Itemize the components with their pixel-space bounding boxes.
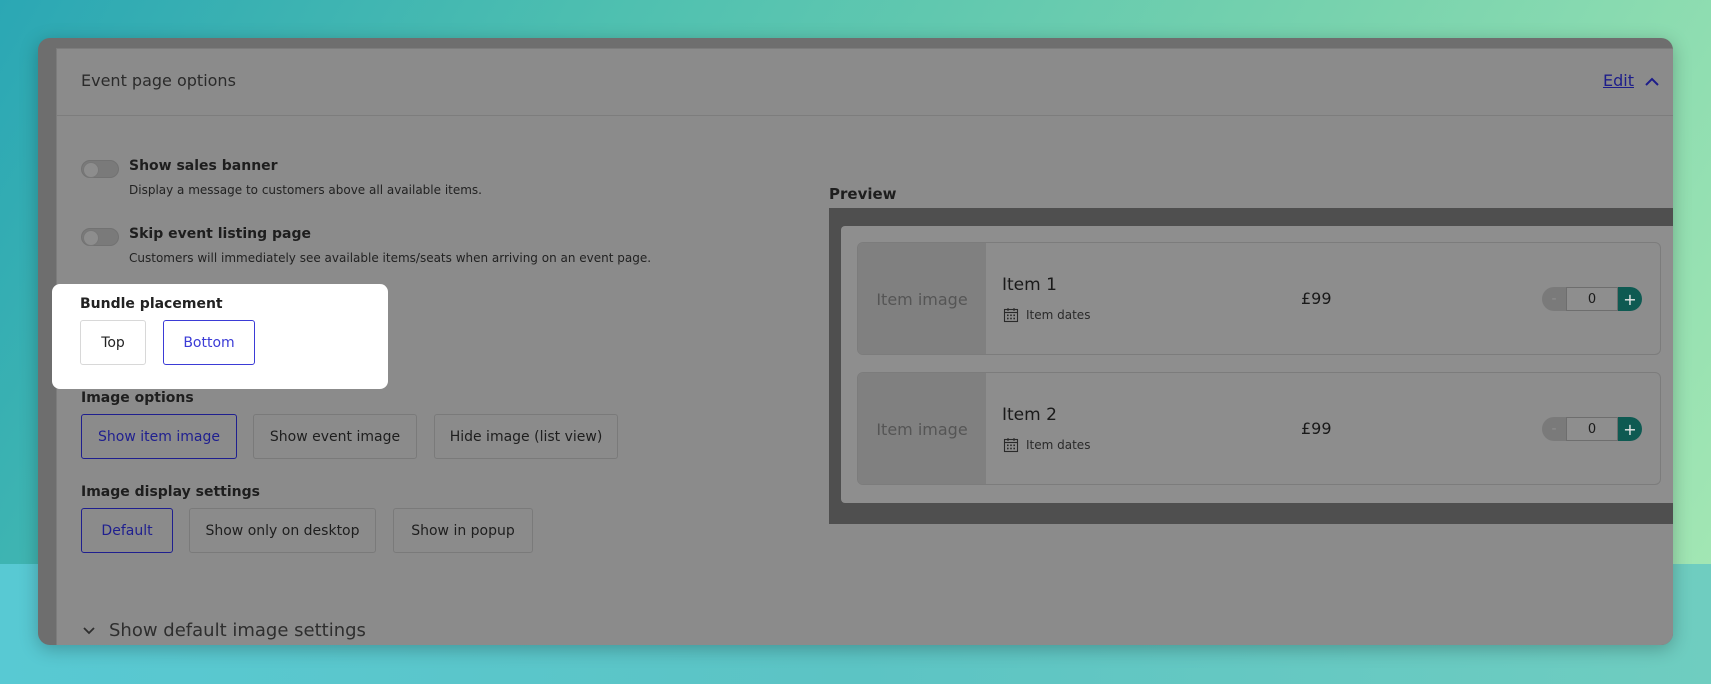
- item-name: Item 2: [1002, 405, 1057, 425]
- quantity-stepper: - 0 +: [1542, 287, 1642, 311]
- default-display-button[interactable]: Default: [81, 508, 173, 553]
- bundle-bottom-button[interactable]: Bottom: [163, 320, 255, 365]
- sales-banner-toggle[interactable]: [81, 160, 119, 178]
- toggle-label: Skip event listing page: [129, 226, 312, 242]
- skip-listing-toggle[interactable]: [81, 228, 119, 246]
- decrement-button[interactable]: -: [1542, 287, 1566, 311]
- edit-link[interactable]: Edit: [1603, 71, 1634, 90]
- preview-item-card: Item image Item 1 Item dates £99 - 0 +: [857, 242, 1661, 355]
- quantity-value[interactable]: 0: [1566, 417, 1618, 441]
- toggle-description: Customers will immediately see available…: [129, 251, 652, 265]
- show-item-image-button[interactable]: Show item image: [81, 414, 237, 459]
- panel-title: Event page options: [81, 71, 236, 90]
- item-name: Item 1: [1002, 275, 1057, 295]
- preview-item-card: Item image Item 2 Item dates £99 - 0 +: [857, 372, 1661, 485]
- item-price: £99: [1301, 419, 1332, 438]
- show-in-popup-button[interactable]: Show in popup: [393, 508, 533, 553]
- bundle-placement-highlight: Bundle placement Top Bottom: [52, 284, 388, 389]
- chevron-down-icon: [83, 627, 95, 635]
- panel-header: Event page options Edit: [57, 49, 1673, 116]
- chevron-up-icon[interactable]: [1643, 73, 1661, 91]
- quantity-stepper: - 0 +: [1542, 417, 1642, 441]
- show-only-desktop-button[interactable]: Show only on desktop: [189, 508, 376, 553]
- toggle-description: Display a message to customers above all…: [129, 183, 482, 197]
- calendar-icon: [1003, 308, 1019, 323]
- bundle-placement-label: Bundle placement: [80, 296, 223, 312]
- item-dates: Item dates: [1026, 438, 1091, 452]
- image-options-label: Image options: [81, 390, 194, 406]
- preview-frame: Item image Item 1 Item dates £99 - 0 + I…: [829, 208, 1673, 524]
- expander-label: Show default image settings: [109, 620, 366, 641]
- calendar-icon: [1003, 438, 1019, 453]
- preview-label: Preview: [829, 185, 897, 203]
- item-image-placeholder: Item image: [858, 373, 986, 484]
- bundle-top-button[interactable]: Top: [80, 320, 146, 365]
- preview-content: Item image Item 1 Item dates £99 - 0 + I…: [841, 226, 1673, 503]
- hide-image-button[interactable]: Hide image (list view): [434, 414, 618, 459]
- increment-button[interactable]: +: [1618, 287, 1642, 311]
- item-price: £99: [1301, 289, 1332, 308]
- image-display-settings-label: Image display settings: [81, 484, 260, 500]
- show-event-image-button[interactable]: Show event image: [253, 414, 417, 459]
- increment-button[interactable]: +: [1618, 417, 1642, 441]
- item-image-placeholder: Item image: [858, 243, 986, 354]
- item-dates: Item dates: [1026, 308, 1091, 322]
- decrement-button[interactable]: -: [1542, 417, 1566, 441]
- quantity-value[interactable]: 0: [1566, 287, 1618, 311]
- toggle-label: Show sales banner: [129, 158, 278, 174]
